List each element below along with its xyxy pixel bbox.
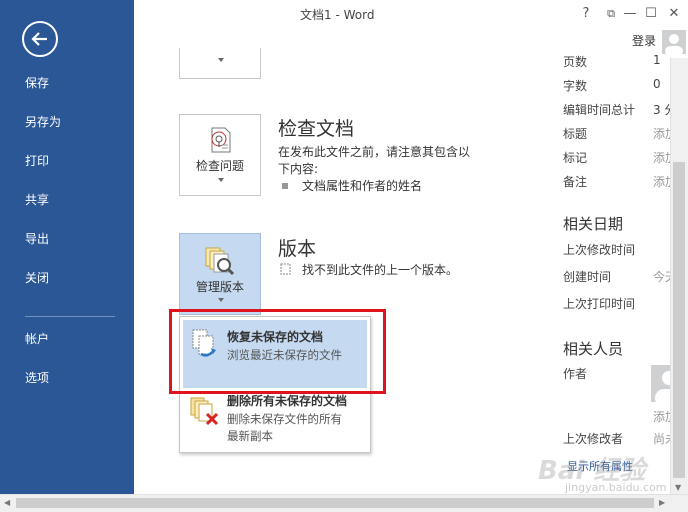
manage-versions-button[interactable]: 管理版本 xyxy=(179,233,261,315)
minimize-button[interactable]: — xyxy=(620,4,640,24)
prop-pages-label: 页数 xyxy=(563,55,588,69)
nav-divider xyxy=(25,316,115,317)
inspect-title: 检查文档 xyxy=(278,118,355,140)
ribbon-display-icon[interactable]: ⧉ xyxy=(601,4,621,24)
delete-unsaved-item[interactable]: 删除所有未保存的文档 删除未保存文件的所有 最新副本 xyxy=(183,389,367,449)
nav-item-options[interactable]: 选项 xyxy=(0,364,134,392)
prop-title-label: 标题 xyxy=(563,127,588,141)
versions-title: 版本 xyxy=(278,238,317,260)
prop-last-printed-label: 上次打印时间 xyxy=(563,297,636,311)
nav-item-share[interactable]: 共享 xyxy=(0,186,134,214)
prop-words-label: 字数 xyxy=(563,79,588,93)
chevron-down-icon xyxy=(218,58,224,62)
inspect-desc-line1: 在发布此文件之前，请注意其包含以 xyxy=(278,145,471,159)
delete-documents-icon xyxy=(190,397,219,426)
nav-item-save-as[interactable]: 另存为 xyxy=(0,108,134,136)
scroll-left-arrow-icon[interactable]: ◀ xyxy=(4,498,10,507)
prop-author-label: 作者 xyxy=(563,367,588,381)
delete-unsaved-desc-line1: 删除未保存文件的所有 xyxy=(227,412,342,426)
inspect-desc-line2: 下内容: xyxy=(278,162,319,176)
prop-last-modified-label: 上次修改时间 xyxy=(563,243,636,257)
prop-tags-label: 标记 xyxy=(563,151,588,165)
nav-item-export[interactable]: 导出 xyxy=(0,225,134,253)
prop-pages-value: 1 xyxy=(653,53,661,67)
related-people-heading: 相关人员 xyxy=(563,340,624,358)
chevron-down-icon xyxy=(218,178,224,182)
nav-item-close[interactable]: 关闭 xyxy=(0,264,134,292)
inspect-document-icon xyxy=(211,127,231,153)
inspect-bullet-1: 文档属性和作者的姓名 xyxy=(302,179,423,193)
scroll-right-arrow-icon[interactable]: ▶ xyxy=(659,498,665,507)
chevron-down-icon xyxy=(218,298,224,302)
check-issues-label: 检查问题 xyxy=(195,159,244,173)
bullet-icon xyxy=(282,183,288,189)
user-avatar-icon[interactable] xyxy=(662,30,686,54)
watermark-url: jingyan.baidu.com xyxy=(565,481,667,494)
related-dates-heading: 相关日期 xyxy=(563,215,624,233)
protect-document-button[interactable] xyxy=(179,48,261,79)
annotation-highlight-box xyxy=(169,309,386,394)
window-title: 文档1 - Word xyxy=(300,8,375,22)
nav-item-save[interactable]: 保存 xyxy=(0,69,134,97)
prop-comments-label: 备注 xyxy=(563,175,588,189)
scroll-down-arrow-icon[interactable]: ▼ xyxy=(675,483,681,492)
help-icon[interactable]: ? xyxy=(576,4,596,24)
versions-desc: 找不到此文件的上一个版本。 xyxy=(302,263,459,277)
prop-created-label: 创建时间 xyxy=(563,270,612,284)
delete-unsaved-title: 删除所有未保存的文档 xyxy=(227,394,348,408)
manage-versions-label: 管理版本 xyxy=(195,280,244,294)
maximize-button[interactable]: ☐ xyxy=(641,4,661,24)
close-button[interactable]: ✕ xyxy=(664,4,684,24)
vertical-scroll-thumb[interactable] xyxy=(673,162,685,478)
document-icon xyxy=(280,263,291,275)
horizontal-scroll-thumb[interactable] xyxy=(16,498,654,508)
backstage-nav: 保存 另存为 打印 共享 导出 关闭 帐户 选项 xyxy=(0,0,134,494)
prop-words-value: 0 xyxy=(653,77,661,91)
check-issues-button[interactable]: 检查问题 xyxy=(179,114,261,196)
back-arrow-icon[interactable] xyxy=(22,21,58,57)
prop-last-modified-by-label: 上次修改者 xyxy=(563,432,624,446)
prop-edit-time-label: 编辑时间总计 xyxy=(563,103,636,117)
nav-item-account[interactable]: 帐户 xyxy=(0,325,134,353)
nav-item-print[interactable]: 打印 xyxy=(0,147,134,175)
login-link[interactable]: 登录 xyxy=(632,32,656,49)
delete-unsaved-desc-line2: 最新副本 xyxy=(227,429,273,443)
manage-versions-icon xyxy=(205,247,235,276)
